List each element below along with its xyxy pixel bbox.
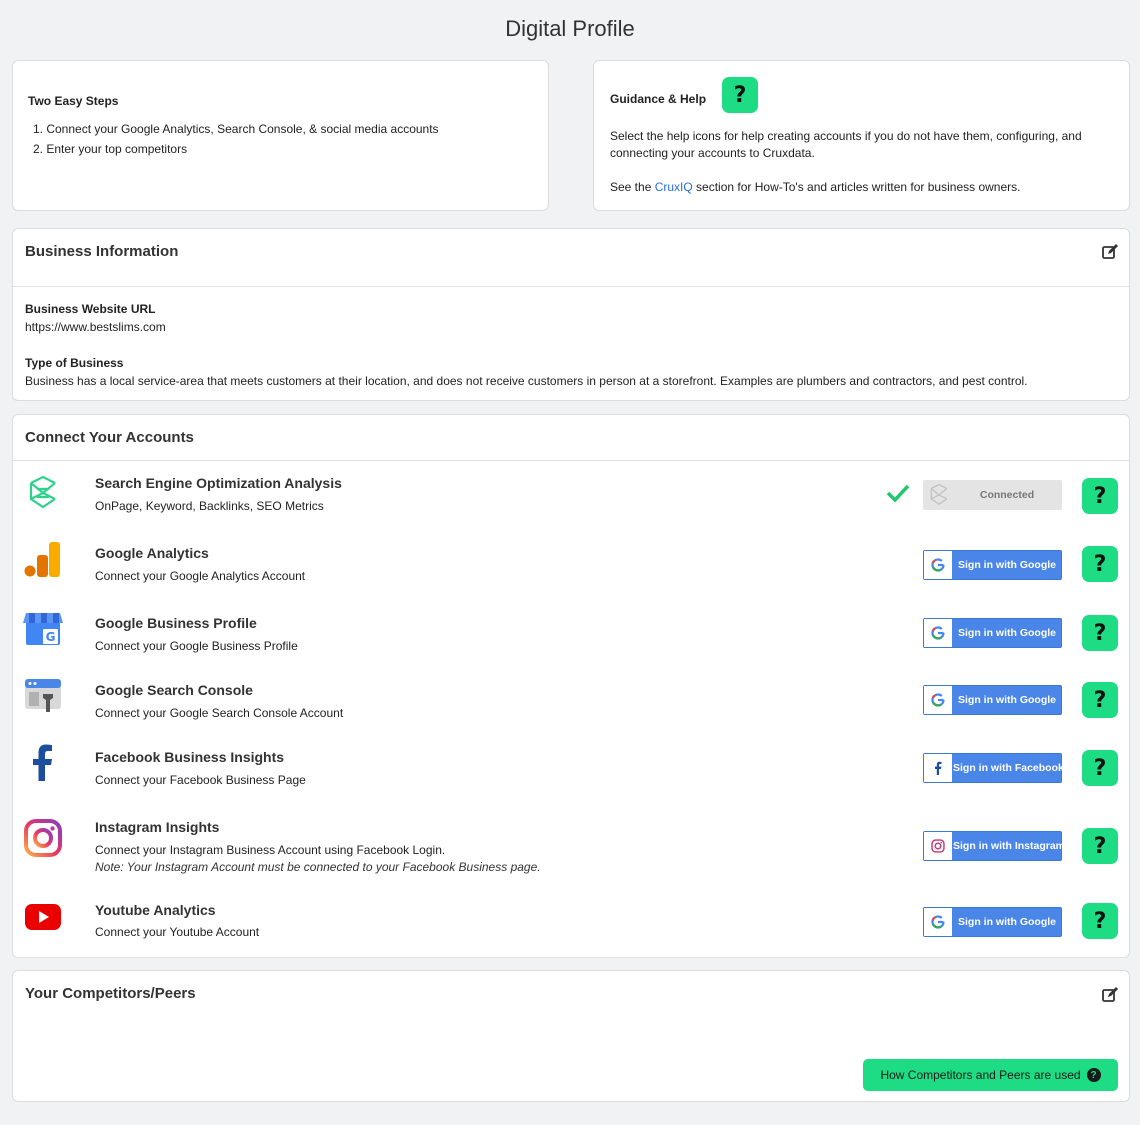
guidance-text: Select the help icons for help creating … (610, 129, 1082, 160)
instagram-icon (931, 839, 945, 853)
account-row-seo: Search Engine Optimization Analysis OnPa… (13, 470, 1131, 530)
row-title: Facebook Business Insights (95, 749, 285, 765)
account-row-google-analytics: Google Analytics Connect your Google Ana… (13, 540, 1131, 600)
google-icon (931, 693, 945, 707)
url-label: Business Website URL (25, 302, 156, 316)
account-row-instagram: Instagram Insights Connect your Instagra… (13, 814, 1131, 884)
sign-in-label: Sign in with Facebook (953, 762, 1064, 774)
instagram-icon (24, 819, 62, 857)
cruxiq-link[interactable]: CruxIQ (655, 180, 693, 194)
google-search-console-icon (25, 679, 61, 712)
connect-accounts-card: Connect Your Accounts Search Engine Opti… (12, 414, 1130, 958)
account-row-youtube: Youtube Analytics Connect your Youtube A… (13, 898, 1131, 953)
guidance-link-prefix: See the (610, 180, 655, 194)
list-item: 1. Connect your Google Analytics, Search… (33, 122, 439, 136)
google-icon (931, 626, 945, 640)
help-button[interactable]: ? (1082, 828, 1118, 864)
row-title: Search Engine Optimization Analysis (95, 475, 342, 491)
help-button[interactable]: ? (1082, 903, 1118, 939)
account-row-search-console: Google Search Console Connect your Googl… (13, 677, 1131, 737)
help-button[interactable]: ? (1082, 750, 1118, 786)
connected-label: Connected (979, 489, 1035, 501)
row-title: Youtube Analytics (95, 902, 216, 918)
divider (13, 460, 1129, 461)
help-button[interactable]: ? (1082, 478, 1118, 514)
guidance-link-suffix: section for How-To's and articles writte… (692, 180, 1021, 194)
connect-accounts-title: Connect Your Accounts (25, 429, 194, 446)
help-button[interactable]: ? (1082, 615, 1118, 651)
row-subtitle: Connect your Google Business Profile (95, 639, 298, 653)
google-icon (931, 558, 945, 572)
business-info-card: Business Information Business Website UR… (12, 228, 1130, 401)
row-subtitle: Connect your Youtube Account (95, 925, 260, 939)
sign-in-google-button[interactable]: Sign in with Google (923, 618, 1062, 648)
sign-in-google-button[interactable]: Sign in with Google (923, 685, 1062, 715)
steps-list: 1. Connect your Google Analytics, Search… (33, 122, 439, 162)
business-info-title: Business Information (25, 243, 179, 260)
facebook-icon (935, 761, 942, 775)
competitors-info-button[interactable]: How Competitors and Peers are used ? (863, 1059, 1118, 1091)
row-note: Note: Your Instagram Account must be con… (95, 860, 541, 874)
sign-in-label: Sign in with Google (958, 559, 1056, 571)
guidance-link-text: See the CruxIQ section for How-To's and … (610, 179, 1020, 196)
divider (13, 286, 1129, 287)
steps-card: Two Easy Steps 1. Connect your Google An… (12, 60, 549, 211)
help-button[interactable]: ? (1082, 546, 1118, 582)
page-title: Digital Profile (505, 16, 635, 41)
sign-in-label: Sign in with Google (958, 627, 1056, 639)
row-subtitle: Connect your Facebook Business Page (95, 773, 306, 787)
row-title: Google Search Console (95, 682, 253, 698)
guidance-card: Guidance & Help ? Select the help icons … (593, 60, 1130, 211)
edit-icon[interactable] (1101, 243, 1119, 261)
google-icon (931, 915, 945, 929)
row-subtitle: Connect your Instagram Business Account … (95, 843, 446, 857)
competitors-info-label: How Competitors and Peers are used (880, 1068, 1081, 1082)
cruxdata-logo-icon (930, 483, 948, 505)
business-type-value: Business has a local service-area that m… (25, 374, 1028, 388)
youtube-icon (25, 904, 61, 930)
sign-in-google-button[interactable]: Sign in with Google (923, 550, 1062, 580)
help-button[interactable]: ? (1082, 682, 1118, 718)
url-value: https://www.bestslims.com (25, 320, 166, 334)
account-row-facebook: Facebook Business Insights Connect your … (13, 744, 1131, 804)
edit-icon[interactable] (1101, 986, 1119, 1004)
sign-in-label: Sign in with Instagram (953, 840, 1066, 852)
sign-in-instagram-button[interactable]: Sign in with Instagram (923, 831, 1066, 861)
competitors-title: Your Competitors/Peers (25, 985, 196, 1002)
sign-in-facebook-button[interactable]: Sign in with Facebook (923, 753, 1064, 783)
row-subtitle: OnPage, Keyword, Backlinks, SEO Metrics (95, 499, 324, 513)
row-subtitle: Connect your Google Analytics Account (95, 569, 306, 583)
cruxdata-logo-icon (29, 475, 56, 509)
steps-title: Two Easy Steps (28, 94, 119, 108)
facebook-icon (33, 744, 52, 781)
list-item: 2. Enter your top competitors (33, 142, 188, 156)
check-icon (886, 484, 910, 503)
sign-in-label: Sign in with Google (958, 916, 1056, 928)
question-circle-icon: ? (1086, 1068, 1101, 1082)
guidance-help-button[interactable]: ? (722, 77, 758, 113)
row-title: Google Analytics (95, 545, 209, 561)
row-subtitle: Connect your Google Search Console Accou… (95, 706, 344, 720)
guidance-title: Guidance & Help (610, 92, 707, 106)
connected-button: Connected (923, 480, 1062, 510)
row-title: Google Business Profile (95, 615, 257, 631)
competitors-card: Your Competitors/Peers How Competitors a… (12, 970, 1130, 1102)
google-analytics-icon (24, 542, 60, 577)
business-type-label: Type of Business (25, 356, 124, 370)
sign-in-label: Sign in with Google (958, 694, 1056, 706)
account-row-google-business: G Google Business Profile Connect your G… (13, 610, 1131, 670)
sign-in-google-button[interactable]: Sign in with Google (923, 907, 1062, 937)
svg-text:G: G (46, 630, 56, 644)
row-title: Instagram Insights (95, 819, 220, 835)
google-business-icon: G (23, 613, 63, 645)
